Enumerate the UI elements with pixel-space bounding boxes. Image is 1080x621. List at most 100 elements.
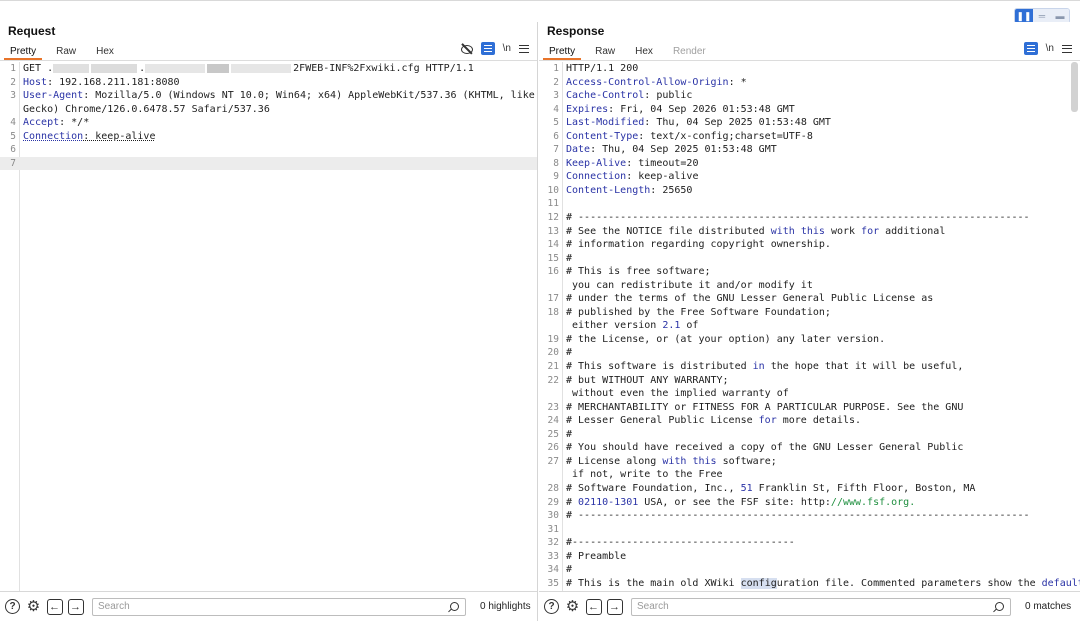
code-line[interactable]: 16 # This is free software; [539,265,1080,279]
line-number [539,387,563,401]
code-line[interactable]: 15 # [539,252,1080,266]
response-tab-render[interactable]: Render [667,46,712,60]
redacted-text [207,63,230,73]
back-arrow-icon[interactable]: ← [46,598,63,615]
code-text: # information regarding copyright owners… [563,238,1080,252]
code-line[interactable]: if not, write to the Free [539,468,1080,482]
newline-icon[interactable]: \n [503,43,511,54]
code-text: # [563,563,1080,577]
code-line[interactable]: 2 Host: 192.168.211.181:8080 [0,76,537,90]
help-icon[interactable]: ? [543,598,560,615]
eye-slash-icon[interactable] [460,44,473,54]
response-tab-pretty[interactable]: Pretty [543,46,582,60]
code-line[interactable]: 7 [0,156,537,171]
header-key: Cache-Control [566,90,645,102]
newline-icon[interactable]: \n [1046,43,1054,54]
word-wrap-icon[interactable] [480,42,495,55]
code-line[interactable]: 24 # Lesser General Public License for mo… [539,414,1080,428]
request-editor[interactable]: 1 GET .. 2FWEB-INF%2Fxwiki.cfg HTTP/1.1 2 Ho… [0,62,537,591]
response-tab-raw[interactable]: Raw [589,46,621,60]
code-line[interactable]: 21 # This software is distributed in the … [539,360,1080,374]
forward-arrow-icon[interactable]: → [606,598,623,615]
code-line[interactable]: 27 # License along with this software; [539,455,1080,469]
line-number [0,103,20,117]
back-arrow-icon[interactable]: ← [585,598,602,615]
line-number: 33 [547,550,559,562]
code-line[interactable]: 25 # [539,428,1080,442]
word-wrap-icon[interactable] [1023,42,1038,55]
forward-arrow-icon[interactable]: → [67,598,84,615]
line-number: 12 [547,212,559,224]
response-tab-hex[interactable]: Hex [629,46,659,60]
text-segment: : public [644,90,693,102]
code-text: # Preamble [563,550,1080,564]
number-literal: 02110-1301 [578,496,639,508]
vertical-scrollbar[interactable] [1071,62,1078,112]
code-line[interactable]: 1 HTTP/1.1 200 [539,62,1080,76]
layout-stacked-icon[interactable]: ═ [1033,9,1051,23]
code-line[interactable]: 9 Connection: keep-alive [539,170,1080,184]
search-icon[interactable] [995,601,1004,611]
code-text: Content-Length: 25650 [563,184,1080,198]
request-tab-hex[interactable]: Hex [90,46,120,60]
code-line[interactable]: you can redistribute it and/or modify it [539,279,1080,293]
code-line[interactable]: 11 [539,197,1080,211]
code-line[interactable]: 26 # You should have received a copy of t… [539,441,1080,455]
help-icon[interactable]: ? [4,598,21,615]
code-line[interactable]: 8 Keep-Alive: timeout=20 [539,157,1080,171]
code-line[interactable]: 35 # This is the main old XWiki configura… [539,577,1080,591]
code-line[interactable]: either version 2.1 of [539,319,1080,333]
line-number: 7 [10,157,16,169]
code-line[interactable]: 13 # See the NOTICE file distributed with… [539,225,1080,239]
hamburger-menu-icon[interactable] [519,44,529,53]
code-line[interactable]: 5 Last-Modified: Thu, 04 Sep 2025 01:53:4… [539,116,1080,130]
code-line[interactable]: 18 # published by the Free Software Found… [539,306,1080,320]
line-number: 28 [547,482,559,494]
code-line[interactable]: 2 Access-Control-Allow-Origin: * [539,76,1080,90]
code-line[interactable]: 4 Expires: Fri, 04 Sep 2026 01:53:48 GMT [539,103,1080,117]
code-line[interactable]: 6 [0,143,537,157]
code-line[interactable]: 30 # ------------------------------------… [539,509,1080,523]
code-line[interactable]: 20 # [539,346,1080,360]
response-editor[interactable]: 1 HTTP/1.1 200 2 Access-Control-Allow-Origi… [539,62,1080,591]
request-search-input[interactable] [93,598,465,615]
code-text: # This software is distributed in the ho… [563,360,1080,374]
search-icon[interactable] [450,601,459,611]
code-line[interactable]: 31 [539,523,1080,537]
code-line[interactable]: 6 Content-Type: text/x-config;charset=UTF… [539,130,1080,144]
code-line[interactable]: 34 # [539,563,1080,577]
gear-icon[interactable]: ⚙ [25,598,42,615]
code-line[interactable]: 5 Connection: keep-alive [0,130,537,144]
code-line[interactable]: 32 #------------------------------------- [539,536,1080,550]
hamburger-menu-icon[interactable] [1062,44,1072,53]
code-line[interactable]: 10 Content-Length: 25650 [539,184,1080,198]
code-line[interactable]: 3 User-Agent: Mozilla/5.0 (Windows NT 10.… [0,89,537,103]
keyword: in [752,361,765,373]
request-tab-pretty[interactable]: Pretty [4,46,43,60]
code-line[interactable]: 4 Accept: */* [0,116,537,130]
layout-single-icon[interactable]: ▬ [1051,9,1069,23]
code-line[interactable]: 19 # the License, or (at your option) any… [539,333,1080,347]
request-tab-raw[interactable]: Raw [50,46,82,60]
text-segment: # This is the main old XWiki [566,577,741,589]
code-line[interactable]: 3 Cache-Control: public [539,89,1080,103]
code-line[interactable]: 12 # ------------------------------------… [539,211,1080,225]
code-line[interactable]: 28 # Software Foundation, Inc., 51 Frankl… [539,482,1080,496]
code-line[interactable]: 29 # 02110-1301 USA, or see the FSF site:… [539,496,1080,510]
redacted-text [53,63,90,73]
code-line[interactable]: without even the implied warranty of [539,387,1080,401]
response-search-input[interactable] [632,598,1010,615]
request-lines: 1 GET .. 2FWEB-INF%2Fxwiki.cfg HTTP/1.1 2 Ho… [0,62,537,171]
gear-icon[interactable]: ⚙ [564,598,581,615]
line-number [539,319,563,333]
code-line[interactable]: 14 # information regarding copyright owne… [539,238,1080,252]
code-line[interactable]: 33 # Preamble [539,550,1080,564]
code-line[interactable]: Gecko) Chrome/126.0.6478.57 Safari/537.3… [0,103,537,117]
layout-side-by-side-icon[interactable]: ❚❚ [1015,9,1033,23]
line-number: 5 [10,130,16,142]
code-line[interactable]: 23 # MERCHANTABILITY or FITNESS FOR A PAR… [539,401,1080,415]
code-line[interactable]: 1 GET .. 2FWEB-INF%2Fxwiki.cfg HTTP/1.1 [0,62,537,76]
code-line[interactable]: 22 # but WITHOUT ANY WARRANTY; [539,374,1080,388]
code-line[interactable]: 17 # under the terms of the GNU Lesser Ge… [539,292,1080,306]
code-line[interactable]: 7 Date: Thu, 04 Sep 2025 01:53:48 GMT [539,143,1080,157]
